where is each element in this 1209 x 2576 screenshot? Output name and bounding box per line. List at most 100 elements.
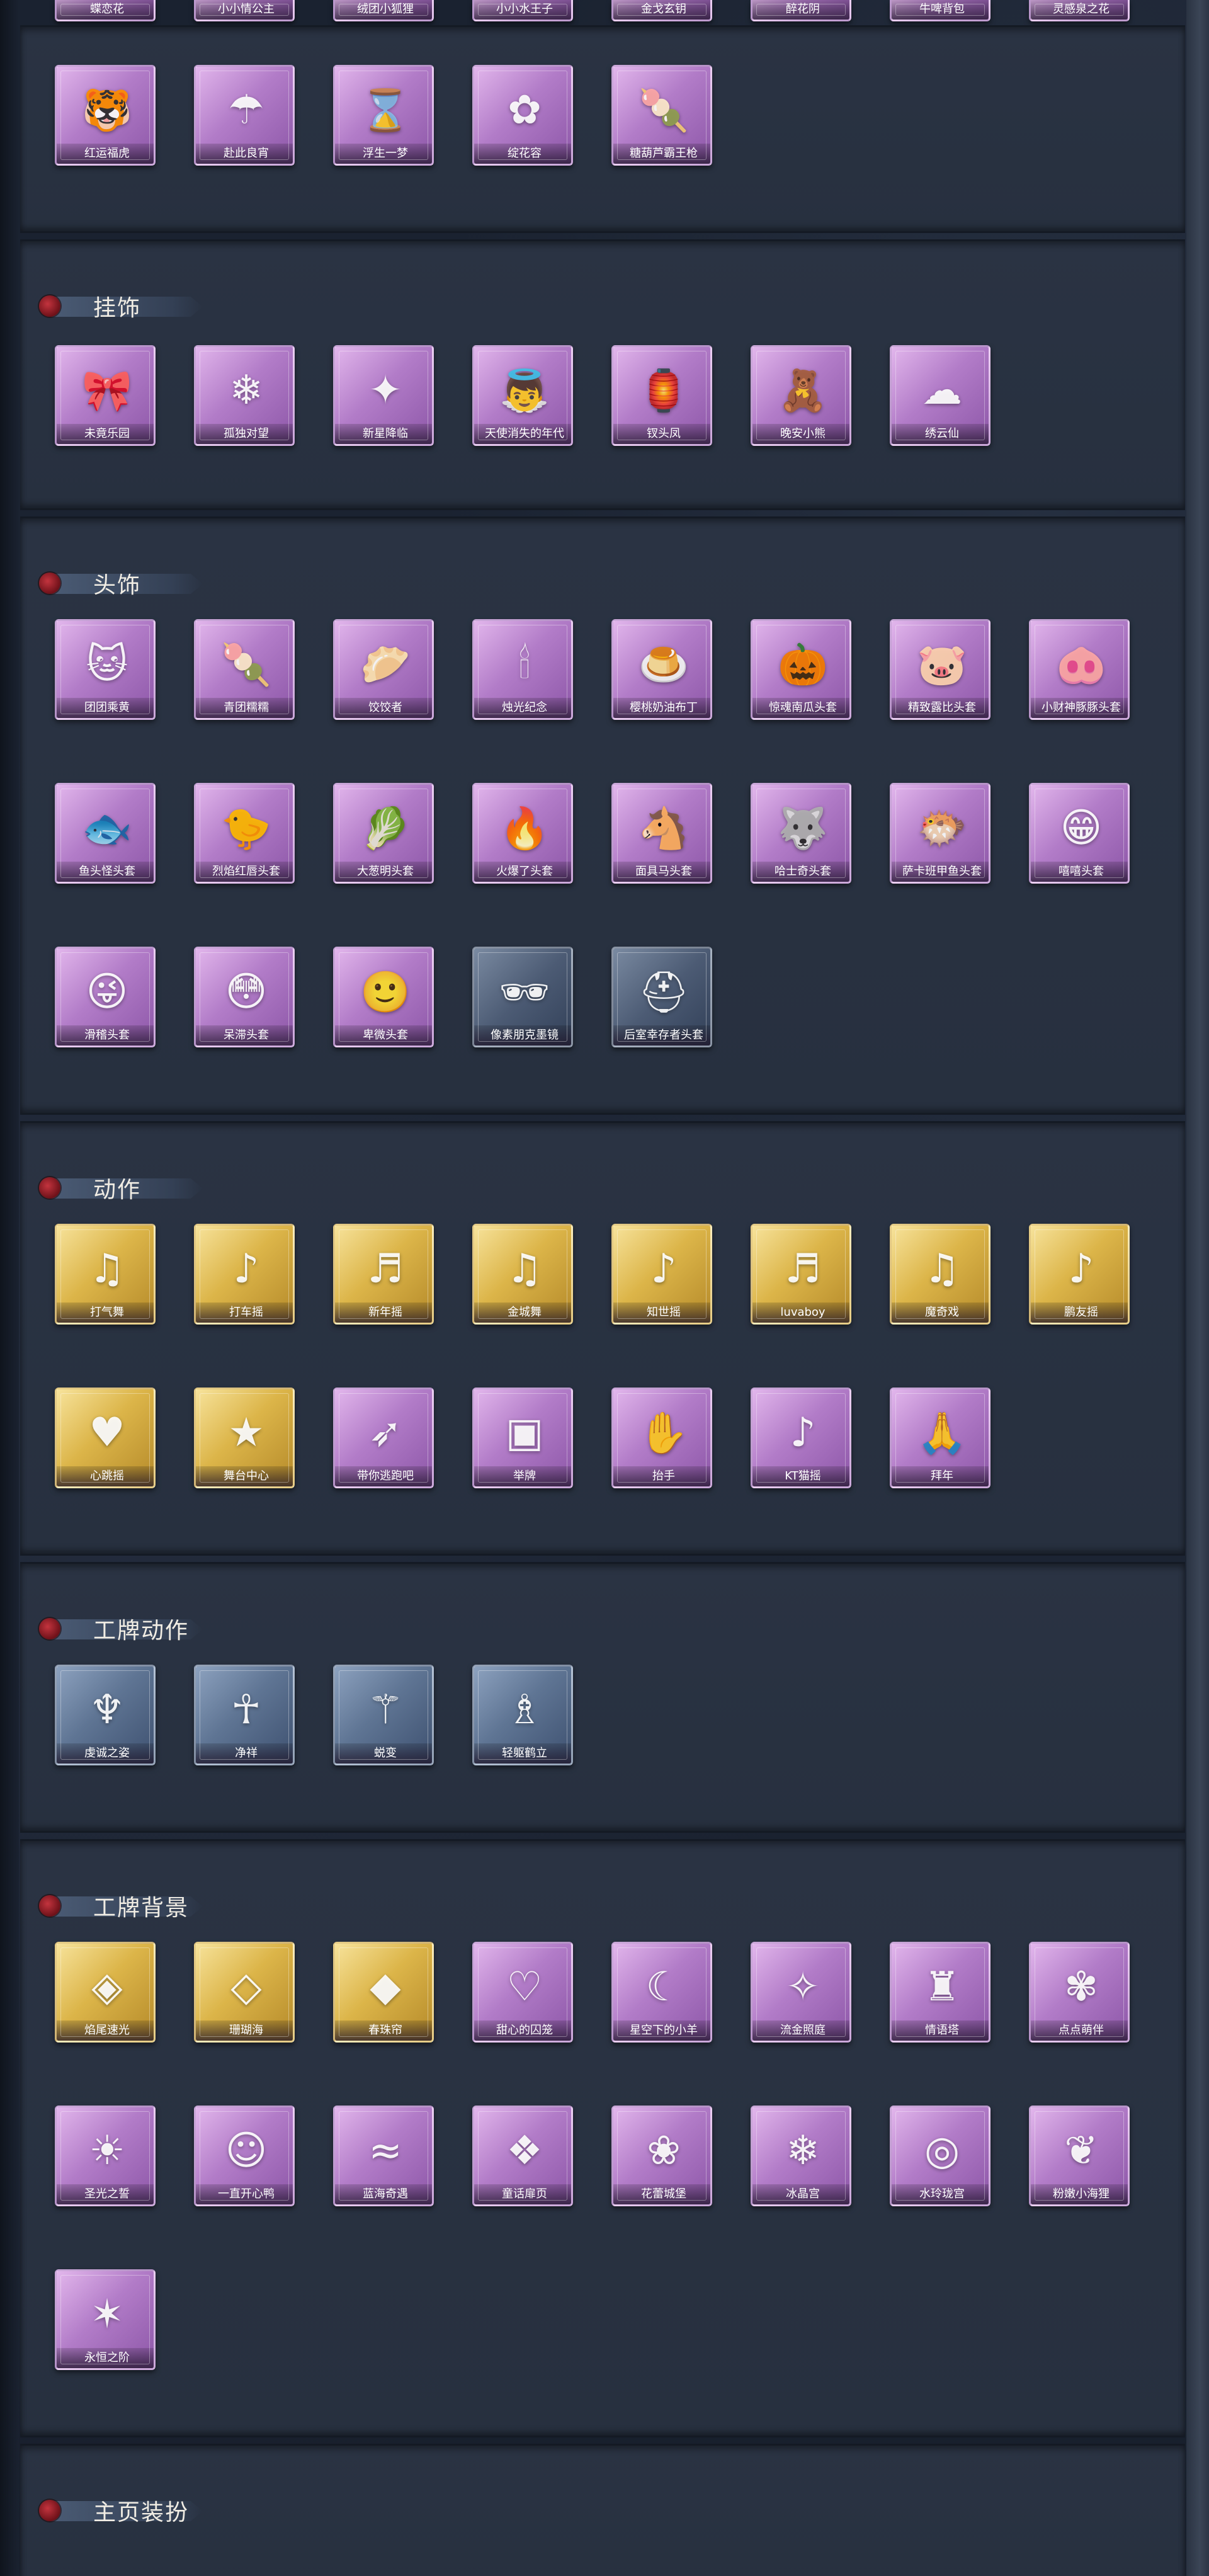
item-tile[interactable]: ☂ 赴此良宵 xyxy=(194,65,295,166)
item-label: 红运福虎 xyxy=(57,144,154,164)
item-card: ❦ 粉嫩小海狸 xyxy=(1029,2106,1130,2206)
item-tile[interactable]: 牛啤背包 xyxy=(890,0,990,21)
item-label: luvaboy xyxy=(752,1302,849,1323)
section-header: 工牌背景 xyxy=(39,1891,203,1921)
item-tile[interactable]: 🍡 糖葫芦霸王枪 xyxy=(611,65,712,166)
item-tile[interactable]: 🕶 像素朋克墨镜 xyxy=(472,947,573,1047)
item-tile[interactable]: ≈ 蓝海奇遇 xyxy=(333,2106,434,2206)
item-tile[interactable]: ♫ 魔奇戏 xyxy=(890,1224,990,1325)
item-tile[interactable]: ⚚ 蜕变 xyxy=(333,1665,434,1765)
item-tile[interactable]: ♥ 心跳摇 xyxy=(55,1388,156,1488)
item-tile[interactable]: ♪ KT猫摇 xyxy=(751,1388,851,1488)
pose-icon: ☥ xyxy=(231,1687,261,1733)
item-tile[interactable]: 🐱 团团乘黄 xyxy=(55,619,156,720)
item-tile[interactable]: 🐽 小财神豚豚头套 xyxy=(1029,619,1130,720)
item-tile[interactable]: 😳 呆滞头套 xyxy=(194,947,295,1047)
sunglasses-icon: 🕶 xyxy=(499,969,550,1016)
item-tile[interactable]: 🍡 青团糯糯 xyxy=(194,619,295,720)
item-tile[interactable]: ♗ 轻躯鹤立 xyxy=(472,1665,573,1765)
candle-icon: 🕯 xyxy=(518,641,531,688)
item-tile[interactable]: 灵感泉之花 xyxy=(1029,0,1130,21)
item-tile[interactable]: 🥬 大葱明头套 xyxy=(333,783,434,884)
item-tile[interactable]: ✶ 永恒之阶 xyxy=(55,2269,156,2370)
item-tile[interactable]: 👼 天使消失的年代 xyxy=(472,345,573,446)
item-tile[interactable]: 🧸 晚安小熊 xyxy=(751,345,851,446)
item-tile[interactable]: 🙏 拜年 xyxy=(890,1388,990,1488)
item-tile[interactable]: ✿ 绽花容 xyxy=(472,65,573,166)
item-tile[interactable]: 🐤 烈焰红唇头套 xyxy=(194,783,295,884)
item-tile[interactable]: ❀ 花蕾城堡 xyxy=(611,2106,712,2206)
item-tile[interactable]: 🎃 惊魂南瓜头套 xyxy=(751,619,851,720)
item-tile[interactable]: ♪ 打车摇 xyxy=(194,1224,295,1325)
item-tile[interactable]: ✾ 点点萌伴 xyxy=(1029,1942,1130,2043)
item-tile[interactable]: ☾ 星空下的小羊 xyxy=(611,1942,712,2043)
item-tile[interactable]: ☺ 一直开心鸭 xyxy=(194,2106,295,2206)
item-tile[interactable]: 小小水王子 xyxy=(472,0,573,21)
item-tile[interactable]: ◎ 水玲珑宫 xyxy=(890,2106,990,2206)
item-tile[interactable]: ♬ luvaboy xyxy=(751,1224,851,1325)
item-tile[interactable]: 绒团小狐狸 xyxy=(333,0,434,21)
pink-mask-icon: 🐷 xyxy=(917,641,967,688)
item-tile[interactable]: ❄ 孤独对望 xyxy=(194,345,295,446)
item-tile[interactable]: ♫ 金城舞 xyxy=(472,1224,573,1325)
item-tile[interactable]: ♡ 甜心的囚笼 xyxy=(472,1942,573,2043)
item-tile[interactable]: ❦ 粉嫩小海狸 xyxy=(1029,2106,1130,2206)
item-card: ▣ 举牌 xyxy=(472,1388,573,1488)
item-tile[interactable]: ☁ 绣云仙 xyxy=(890,345,990,446)
top-partial-row: 蝶恋花 小小情公主 绒团小狐狸 小小水王子 金戈玄钥 醉花阴 牛啤背包 灵感泉之花 xyxy=(55,0,1130,21)
item-grid: ♆ 虔诚之姿 ☥ 净祥 ⚚ 蜕变 ♗ 轻躯鹤立 xyxy=(55,1665,1130,1765)
item-tile[interactable]: 🎀 未竟乐园 xyxy=(55,345,156,446)
item-tile[interactable]: 🏮 钗头凤 xyxy=(611,345,712,446)
page: 蝶恋花 小小情公主 绒团小狐狸 小小水王子 金戈玄钥 醉花阴 牛啤背包 灵感泉之花 🐯 红运福虎 ☂… xyxy=(0,0,1209,2576)
item-tile[interactable]: ♫ 打气舞 xyxy=(55,1224,156,1325)
item-tile[interactable]: ✧ 流金照庭 xyxy=(751,1942,851,2043)
item-tile[interactable]: ♪ 知世摇 xyxy=(611,1224,712,1325)
card-bg-icon: ◈ xyxy=(91,1964,123,2010)
item-tile[interactable]: ★ 舞台中心 xyxy=(194,1388,295,1488)
item-tile[interactable]: 😜 滑稽头套 xyxy=(55,947,156,1047)
item-tile[interactable]: ➶ 带你逃跑吧 xyxy=(333,1388,434,1488)
item-tile[interactable]: 金戈玄钥 xyxy=(611,0,712,21)
item-label: 青团糯糯 xyxy=(196,698,293,718)
card-bg-icon: ◇ xyxy=(230,1964,262,2010)
item-tile[interactable]: ✦ 新星降临 xyxy=(333,345,434,446)
item-label: 春珠帘 xyxy=(335,2020,432,2041)
item-tile[interactable]: 🐷 精致露比头套 xyxy=(890,619,990,720)
item-tile[interactable]: 😁 嘻嘻头套 xyxy=(1029,783,1130,884)
item-tile[interactable]: 小小情公主 xyxy=(194,0,295,21)
item-tile[interactable]: ♪ 鹏友摇 xyxy=(1029,1224,1130,1325)
item-label: 像素朋克墨镜 xyxy=(474,1025,571,1046)
item-tile[interactable]: ◈ 焰尾速光 xyxy=(55,1942,156,2043)
item-tile[interactable]: 🕯 烛光纪念 xyxy=(472,619,573,720)
item-label: 甜心的囚笼 xyxy=(474,2020,571,2041)
item-tile[interactable]: ▣ 举牌 xyxy=(472,1388,573,1488)
item-label: 一直开心鸭 xyxy=(196,2184,293,2204)
item-tile[interactable]: ♬ 新年摇 xyxy=(333,1224,434,1325)
item-tile[interactable]: 🐡 萨卡班甲鱼头套 xyxy=(890,783,990,884)
item-tile[interactable]: 醉花阴 xyxy=(751,0,851,21)
item-tile[interactable]: 🐺 哈士奇头套 xyxy=(751,783,851,884)
item-tile[interactable]: ☀ 圣光之誓 xyxy=(55,2106,156,2206)
item-tile[interactable]: 🐟 鱼头怪头套 xyxy=(55,783,156,884)
item-tile[interactable]: 蝶恋花 xyxy=(55,0,156,21)
item-tile[interactable]: ◇ 珊瑚海 xyxy=(194,1942,295,2043)
item-card: 灵感泉之花 xyxy=(1029,0,1130,21)
item-tile[interactable]: ❖ 童话扉页 xyxy=(472,2106,573,2206)
fish-head-icon: 🐟 xyxy=(82,805,132,852)
item-tile[interactable]: ⛑ 后室幸存者头套 xyxy=(611,947,712,1047)
item-tile[interactable]: ◆ 春珠帘 xyxy=(333,1942,434,2043)
item-tile[interactable]: 🐯 红运福虎 xyxy=(55,65,156,166)
item-tile[interactable]: 🙂 卑微头套 xyxy=(333,947,434,1047)
item-card: ☥ 净祥 xyxy=(194,1665,295,1765)
item-tile[interactable]: ⌛ 浮生一梦 xyxy=(333,65,434,166)
item-tile[interactable]: 🐴 面具马头套 xyxy=(611,783,712,884)
item-tile[interactable]: ♆ 虔诚之姿 xyxy=(55,1665,156,1765)
item-tile[interactable]: 🔥 火爆了头套 xyxy=(472,783,573,884)
item-tile[interactable]: 🥟 饺饺者 xyxy=(333,619,434,720)
item-label: 冰晶宫 xyxy=(752,2184,849,2204)
item-tile[interactable]: ✋ 抬手 xyxy=(611,1388,712,1488)
item-tile[interactable]: ❄ 冰晶宫 xyxy=(751,2106,851,2206)
item-tile[interactable]: ☥ 净祥 xyxy=(194,1665,295,1765)
item-tile[interactable]: 🍮 樱桃奶油布丁 xyxy=(611,619,712,720)
item-tile[interactable]: ♜ 情语塔 xyxy=(890,1942,990,2043)
